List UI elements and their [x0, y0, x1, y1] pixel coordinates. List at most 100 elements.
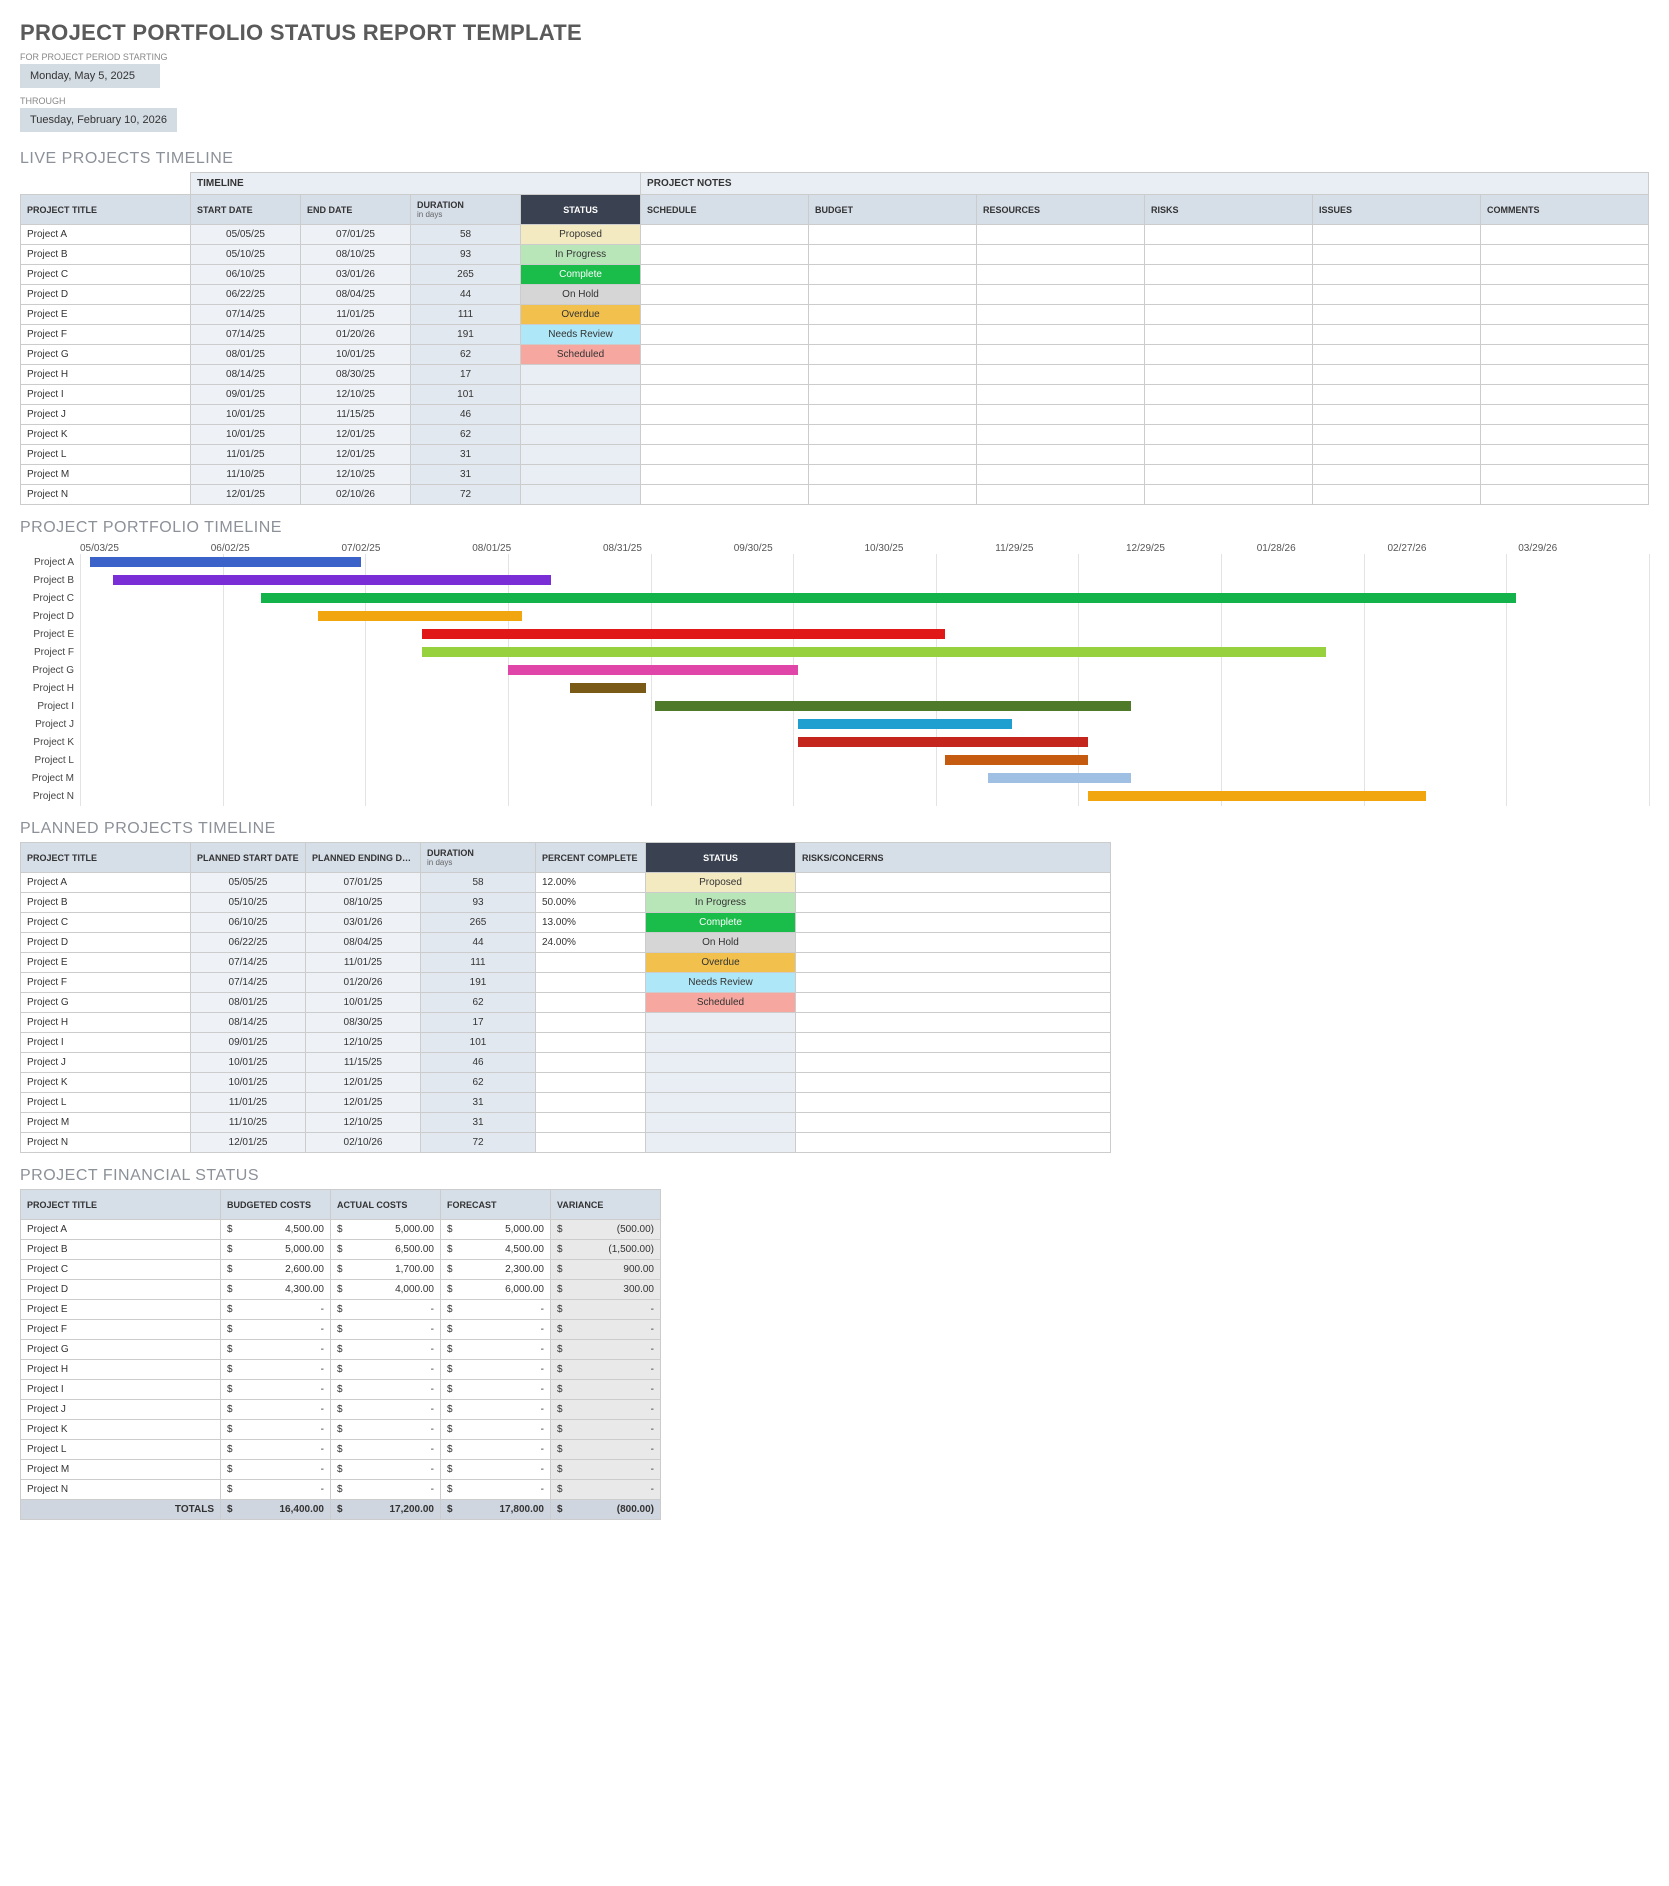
table-row: Project C$2,600.00$1,700.00$2,300.00$900…: [21, 1260, 661, 1280]
cell-forecast: $4,500.00: [441, 1240, 551, 1260]
live-projects-table: TIMELINE PROJECT NOTES PROJECT TITLE STA…: [20, 172, 1649, 505]
cell-duration: 46: [421, 1053, 536, 1073]
section-planned: PLANNED PROJECTS TIMELINE: [20, 820, 1649, 838]
cell-comments: [1480, 345, 1648, 365]
cell-end: 12/10/25: [301, 385, 411, 405]
cell-start: 11/01/25: [191, 445, 301, 465]
cell-risks: [796, 1113, 1111, 1133]
cell-end: 08/30/25: [301, 365, 411, 385]
cell-duration: 72: [411, 485, 521, 505]
gantt-row-label: Project D: [20, 608, 80, 626]
cell-end: 02/10/26: [301, 485, 411, 505]
cell-comments: [1480, 245, 1648, 265]
cell-comments: [1480, 265, 1648, 285]
cell-risks: [1145, 425, 1313, 445]
cell-comments: [1480, 325, 1648, 345]
gantt-bar: [90, 557, 361, 567]
through-label: THROUGH: [20, 96, 1649, 106]
cell-title: Project N: [21, 1133, 191, 1153]
cell-title: Project K: [21, 1420, 221, 1440]
cell-end: 12/01/25: [306, 1093, 421, 1113]
cell-schedule: [641, 245, 809, 265]
cell-forecast: $-: [441, 1480, 551, 1500]
cell-end: 01/20/26: [306, 973, 421, 993]
cell-end: 07/01/25: [306, 873, 421, 893]
cell-risks: [796, 913, 1111, 933]
cell-risks: [796, 1053, 1111, 1073]
cell-variance: $-: [551, 1360, 661, 1380]
gantt-row-label: Project J: [20, 716, 80, 734]
cell-start: 06/22/25: [191, 285, 301, 305]
cell-percent: [536, 973, 646, 993]
cell-risks: [1145, 245, 1313, 265]
gantt-bar: [798, 737, 1088, 747]
cell-resources: [977, 285, 1145, 305]
cell-end: 08/30/25: [306, 1013, 421, 1033]
table-row: Project E07/14/2511/01/25111Overdue: [21, 953, 1111, 973]
col-end-date: END DATE: [301, 195, 411, 225]
cell-status: [646, 1073, 796, 1093]
cell-schedule: [641, 365, 809, 385]
col-project-title: PROJECT TITLE: [21, 1190, 221, 1220]
gantt-tick: 12/29/25: [1126, 543, 1257, 554]
table-row: Project A05/05/2507/01/255812.00%Propose…: [21, 873, 1111, 893]
table-row: Project N$-$-$-$-: [21, 1480, 661, 1500]
cell-duration: 17: [411, 365, 521, 385]
col-duration: DURATIONin days: [411, 195, 521, 225]
cell-risks: [796, 1013, 1111, 1033]
gantt-chart: 05/03/2506/02/2507/02/2508/01/2508/31/25…: [20, 543, 1649, 806]
cell-risks: [1145, 405, 1313, 425]
cell-status: In Progress: [521, 245, 641, 265]
cell-resources: [977, 465, 1145, 485]
cell-budgeted: $-: [221, 1420, 331, 1440]
cell-duration: 31: [421, 1093, 536, 1113]
gantt-tick: 10/30/25: [865, 543, 996, 554]
cell-percent: [536, 1073, 646, 1093]
cell-status: Needs Review: [646, 973, 796, 993]
cell-status: [646, 1033, 796, 1053]
cell-start: 05/05/25: [191, 873, 306, 893]
cell-actual: $-: [331, 1340, 441, 1360]
col-schedule: SCHEDULE: [641, 195, 809, 225]
cell-duration: 62: [411, 425, 521, 445]
gantt-tick: 07/02/25: [342, 543, 473, 554]
cell-title: Project C: [21, 1260, 221, 1280]
cell-duration: 58: [421, 873, 536, 893]
cell-variance: $-: [551, 1480, 661, 1500]
table-row: Project L11/01/2512/01/2531: [21, 445, 1649, 465]
cell-status: Scheduled: [521, 345, 641, 365]
cell-resources: [977, 425, 1145, 445]
cell-risks: [1145, 305, 1313, 325]
cell-end: 10/01/25: [301, 345, 411, 365]
table-row: Project H$-$-$-$-: [21, 1360, 661, 1380]
cell-start: 05/10/25: [191, 893, 306, 913]
cell-title: Project B: [21, 1240, 221, 1260]
cell-actual: $5,000.00: [331, 1220, 441, 1240]
cell-end: 03/01/26: [301, 265, 411, 285]
cell-duration: 111: [411, 305, 521, 325]
col-status: STATUS: [646, 843, 796, 873]
cell-end: 01/20/26: [301, 325, 411, 345]
cell-start: 12/01/25: [191, 1133, 306, 1153]
cell-start: 08/14/25: [191, 365, 301, 385]
cell-issues: [1312, 365, 1480, 385]
cell-actual: $-: [331, 1460, 441, 1480]
cell-title: Project L: [21, 445, 191, 465]
col-risks-concerns: RISKS/CONCERNS: [796, 843, 1111, 873]
cell-title: Project L: [21, 1440, 221, 1460]
cell-resources: [977, 405, 1145, 425]
table-row: Project C06/10/2503/01/26265Complete: [21, 265, 1649, 285]
table-row: Project N12/01/2502/10/2672: [21, 1133, 1111, 1153]
cell-resources: [977, 305, 1145, 325]
cell-duration: 31: [421, 1113, 536, 1133]
cell-comments: [1480, 385, 1648, 405]
cell-forecast: $-: [441, 1400, 551, 1420]
cell-schedule: [641, 425, 809, 445]
cell-budgeted: $16,400.00: [221, 1500, 331, 1520]
table-row: Project J10/01/2511/15/2546: [21, 1053, 1111, 1073]
cell-percent: [536, 1013, 646, 1033]
cell-variance: $300.00: [551, 1280, 661, 1300]
cell-issues: [1312, 325, 1480, 345]
cell-schedule: [641, 345, 809, 365]
cell-budgeted: $-: [221, 1340, 331, 1360]
